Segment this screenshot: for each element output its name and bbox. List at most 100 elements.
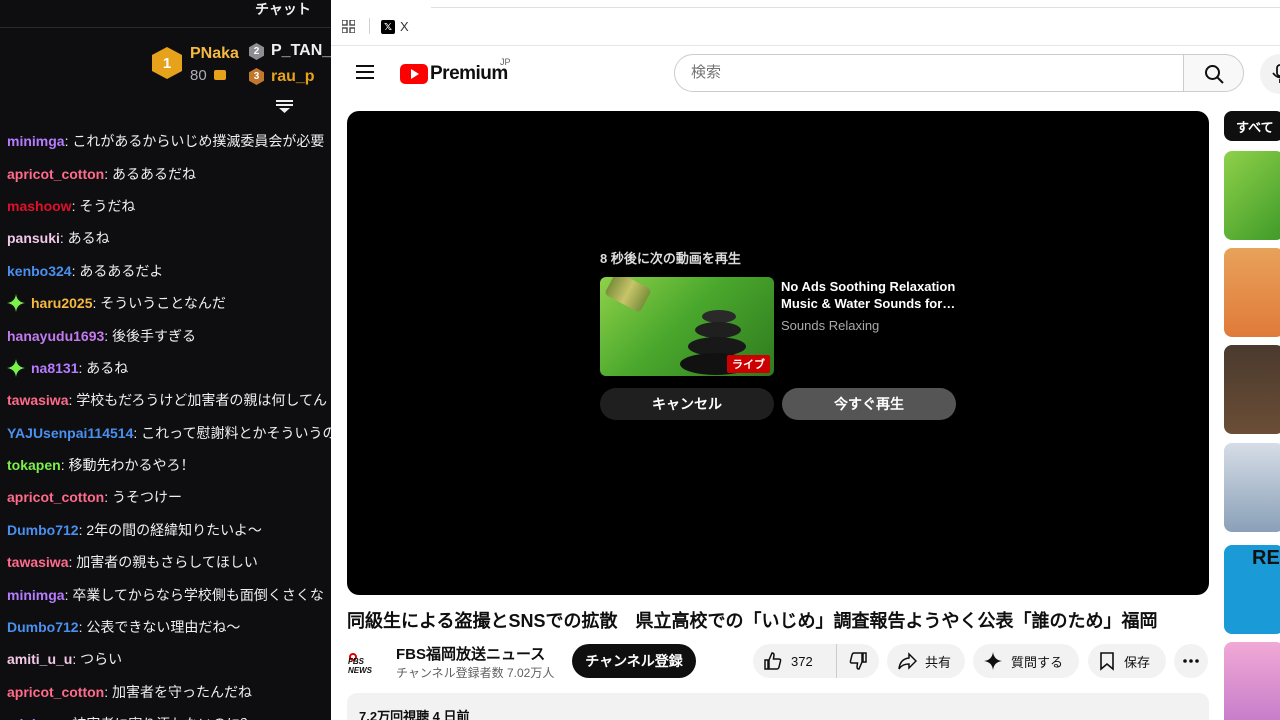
chat-message-text: : そうだね (71, 197, 136, 214)
channel-name[interactable]: FBS福岡放送ニュース (396, 643, 545, 664)
youtube-premium-logo[interactable]: Premium (400, 62, 508, 86)
chat-message-text: : 2年の間の経緯知りたいよ～ (78, 521, 262, 538)
bookmarks-bar: 𝕏 X (331, 0, 1280, 46)
dislike-button[interactable] (837, 644, 879, 678)
chat-message-text: : 卒業してからなら学校側も面倒くさくな (64, 586, 324, 603)
subscribe-button[interactable]: チャンネル登録 (572, 644, 696, 678)
channel-avatar-text: FBS NEWS (348, 657, 372, 675)
chat-message-text: : これって慰謝料とかそういうの (133, 424, 331, 441)
leader-second-name[interactable]: P_TAN_F (271, 42, 331, 60)
chat-message-text: : そういうことなんだ (92, 295, 226, 312)
chat-username[interactable]: pansuki (7, 228, 60, 248)
bamboo-spout-graphic (604, 277, 652, 313)
microphone-icon (1272, 64, 1280, 83)
x-logo-icon[interactable]: 𝕏 (381, 20, 395, 34)
like-button[interactable]: 372 (753, 644, 837, 678)
like-count: 372 (791, 653, 813, 669)
chat-panel: チャット 1 PNaka 80 2 P_TAN_F 3 rau_p minimg… (0, 0, 331, 720)
chat-username[interactable]: minimga (7, 714, 65, 720)
view-stats: 7.2万回視聴 4 日前 (359, 709, 470, 720)
chat-message-text: : 被害者に寄り添わないのに？ (65, 714, 255, 720)
related-video-thumbnail[interactable] (1224, 642, 1280, 720)
more-actions-button[interactable] (1174, 644, 1208, 678)
chat-title: チャット (255, 1, 311, 17)
chat-message: apricot_cotton: うそつけー (7, 481, 331, 513)
chat-username[interactable]: haru2025 (31, 293, 92, 313)
chat-message-text: : 加害者を守ったんだね (104, 683, 253, 700)
chat-message: amiti_u_u: つらい (7, 643, 331, 675)
chat-username[interactable]: YAJUsenpai114514 (7, 423, 133, 443)
bookmark-icon (1100, 652, 1114, 671)
leader-third-name[interactable]: rau_p (271, 68, 315, 86)
chat-username[interactable]: na8131 (31, 358, 78, 378)
chat-username[interactable]: tawasiwa (7, 390, 68, 410)
chat-username[interactable]: apricot_cotton (7, 164, 104, 184)
chat-message-text: : あるあるだね (104, 165, 197, 182)
chat-message-text: : 公表できない理由だね～ (78, 619, 241, 636)
chat-message: haru2025: そういうことなんだ (7, 287, 331, 319)
chat-message: Dumbo712: 2年の間の経緯知りたいよ～ (7, 514, 331, 546)
sparkle-badge-icon (7, 358, 25, 377)
video-title: 同級生による盗撮とSNSでの拡散 県立高校での「いじめ」調査報告ようやく公表「誰… (347, 611, 1158, 631)
up-next-title[interactable]: No Ads Soothing Relaxation Music & Water… (781, 278, 961, 312)
related-video-thumbnail[interactable] (1224, 248, 1280, 337)
browser-window: 𝕏 X Premium JP 検索 8 秒後に次の動画を再生 ライブ No Ad… (331, 0, 1280, 720)
voice-search-button[interactable] (1260, 54, 1280, 94)
related-video-thumbnail[interactable] (1224, 151, 1280, 240)
chat-username[interactable]: amiti_u_u (7, 649, 72, 669)
search-box[interactable] (674, 54, 1184, 92)
chat-message: minimga: これがあるからいじめ撲滅委員会が必要 (7, 125, 331, 157)
hamburger-menu-icon[interactable] (356, 65, 374, 79)
leader-first-points: 80 (190, 67, 207, 84)
chat-message-list: minimga: これがあるからいじめ撲滅委員会が必要 apricot_cotto… (7, 125, 331, 720)
apps-grid-icon[interactable] (342, 20, 355, 33)
subscriber-count: チャンネル登録者数 7.02万人 (396, 666, 555, 680)
related-video-thumbnail[interactable]: RE (1224, 545, 1280, 634)
chat-message: apricot_cotton: 加害者を守ったんだね (7, 676, 331, 708)
search-button[interactable] (1183, 54, 1244, 92)
chat-username[interactable]: tawasiwa (7, 552, 68, 572)
chat-username[interactable]: minimga (7, 585, 65, 605)
search-icon (1205, 65, 1224, 84)
channel-avatar[interactable]: FBS NEWS (347, 644, 387, 684)
bookmark-x-label[interactable]: X (400, 19, 409, 34)
share-button[interactable]: 共有 (887, 644, 965, 678)
chat-username[interactable]: hanayudu1693 (7, 326, 104, 346)
chat-username[interactable]: Dumbo712 (7, 617, 79, 637)
save-button[interactable]: 保存 (1088, 644, 1166, 678)
chip-all[interactable]: すべて (1224, 111, 1280, 141)
points-icon (214, 70, 226, 80)
live-badge: ライブ (727, 355, 770, 373)
description-box[interactable]: 7.2万回視聴 4 日前 (347, 693, 1209, 720)
chat-message: tokapen: 移動先わかるやろ！ (7, 449, 331, 481)
related-video-thumbnail[interactable] (1224, 443, 1280, 532)
chat-message-text: : 加害者の親もさらしてほしい (68, 554, 258, 571)
chat-username[interactable]: Dumbo712 (7, 520, 79, 540)
ask-button[interactable]: 質問する (973, 644, 1079, 678)
cancel-autoplay-button[interactable]: キャンセル (600, 388, 774, 420)
collapse-leaderboard-icon[interactable] (276, 100, 293, 114)
chat-message: tawasiwa: 学校もだろうけど加害者の親は何してん (7, 384, 331, 416)
video-player[interactable]: 8 秒後に次の動画を再生 ライブ No Ads Soothing Relaxat… (347, 111, 1209, 595)
chat-message-text: : 移動先わかるやろ！ (60, 457, 195, 474)
play-now-button[interactable]: 今すぐ再生 (782, 388, 956, 420)
chat-message-text: : うそつけー (104, 489, 183, 506)
country-code: JP (500, 57, 511, 67)
chat-username[interactable]: minimga (7, 131, 65, 151)
chat-username[interactable]: apricot_cotton (7, 682, 104, 702)
related-video-thumbnail[interactable] (1224, 345, 1280, 434)
ask-label: 質問する (1011, 654, 1064, 670)
chat-username[interactable]: tokapen (7, 455, 61, 475)
chat-message-text: : 学校もだろうけど加害者の親は何してん (68, 392, 328, 409)
chat-username[interactable]: kenbo324 (7, 261, 72, 281)
thumbs-down-icon (849, 652, 867, 670)
chat-message: hanayudu1693: 後後手すぎる (7, 319, 331, 351)
chat-username[interactable]: mashoow (7, 196, 72, 216)
chat-username[interactable]: apricot_cotton (7, 487, 104, 507)
like-dislike-group: 372 (753, 644, 879, 678)
chat-message-text: : あるあるだよ (71, 262, 164, 279)
leader-first-name[interactable]: PNaka (190, 45, 239, 63)
up-next-thumbnail[interactable]: ライブ (600, 277, 774, 376)
chat-message-text: : 後後手すぎる (104, 327, 197, 344)
search-input[interactable] (691, 64, 1161, 81)
